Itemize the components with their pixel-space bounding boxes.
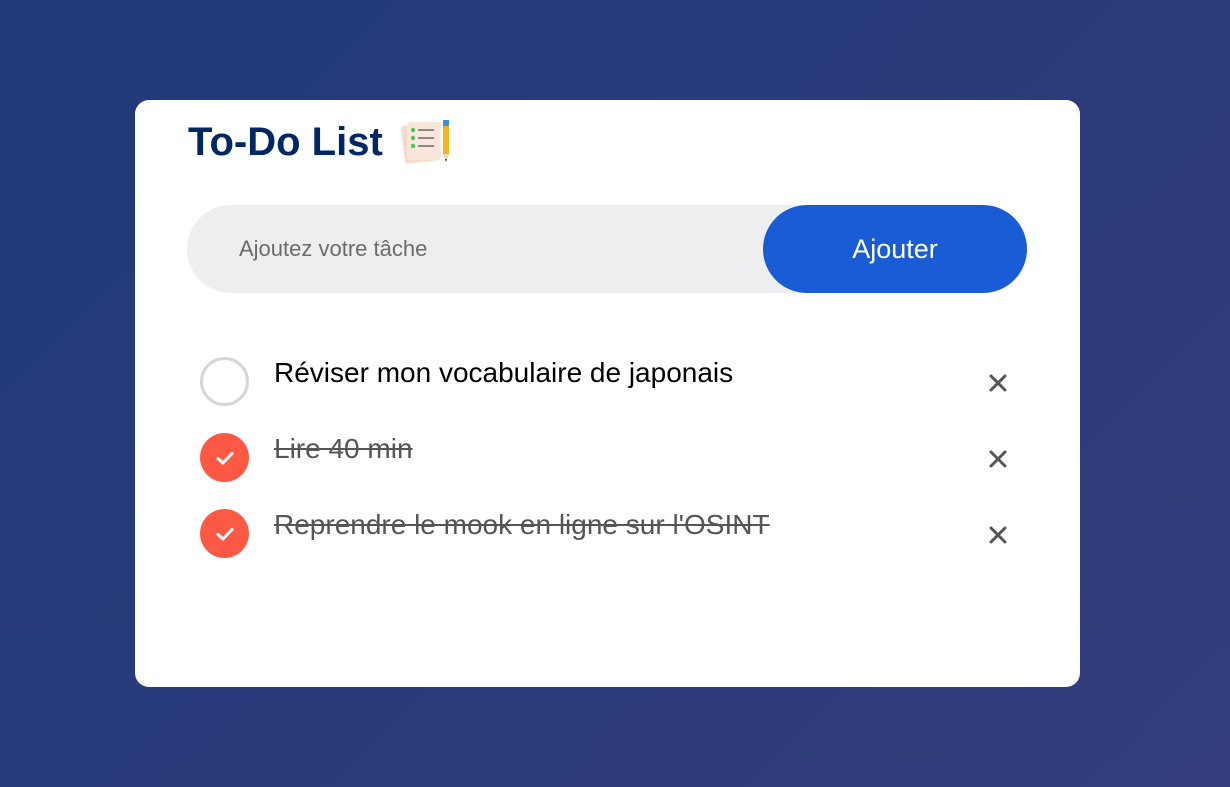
close-icon[interactable]: [976, 437, 1020, 481]
page-title: To-Do List: [188, 120, 383, 164]
task-list: Réviser mon vocabulaire de japonais Lire…: [200, 356, 1020, 584]
task-checkbox[interactable]: [200, 509, 249, 558]
checkmark-icon: [216, 451, 233, 464]
title-row: To-Do List: [188, 118, 453, 166]
task-checkbox[interactable]: [200, 433, 249, 482]
task-text: Reprendre le mook en ligne sur l'OSINT: [274, 509, 770, 540]
task-text: Lire 40 min: [274, 433, 413, 464]
add-button[interactable]: Ajouter: [763, 205, 1027, 293]
close-icon[interactable]: [976, 361, 1020, 405]
todo-card: To-Do List Ajouter Réviser: [135, 100, 1080, 687]
task-item[interactable]: Reprendre le mook en ligne sur l'OSINT: [200, 508, 1020, 584]
close-icon[interactable]: [976, 513, 1020, 557]
add-task-row: Ajouter: [187, 205, 1027, 293]
notepad-pencil-icon: [401, 118, 453, 166]
checkmark-icon: [216, 527, 233, 540]
task-item[interactable]: Lire 40 min: [200, 432, 1020, 508]
task-checkbox[interactable]: [200, 357, 249, 406]
task-input[interactable]: [187, 205, 763, 293]
task-item[interactable]: Réviser mon vocabulaire de japonais: [200, 356, 1020, 432]
task-text: Réviser mon vocabulaire de japonais: [274, 357, 734, 388]
